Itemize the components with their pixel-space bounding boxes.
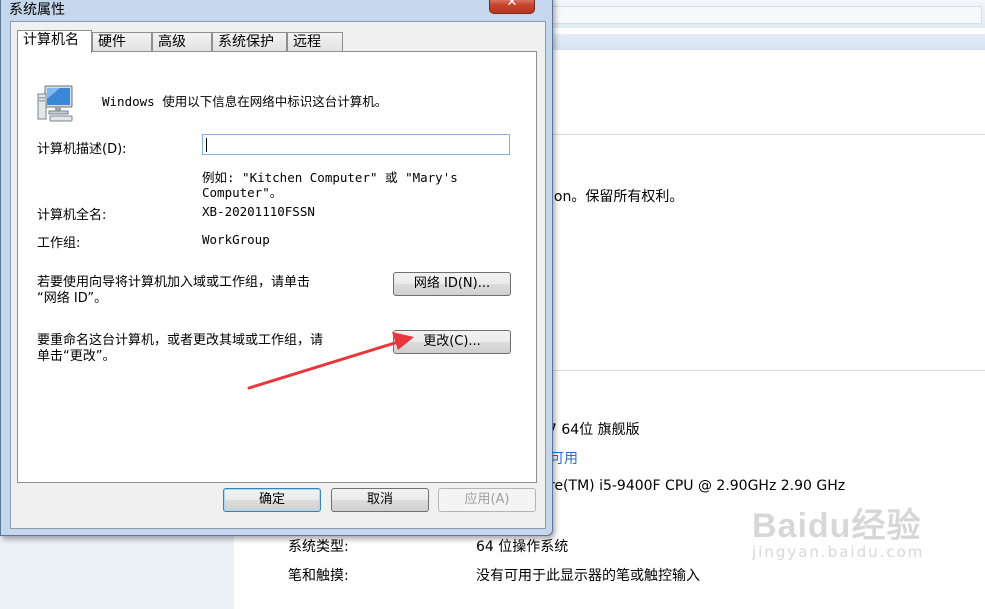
apply-button[interactable]: 应用(A) bbox=[438, 488, 536, 512]
pen-touch-value: 没有可用于此显示器的笔或触控输入 bbox=[476, 568, 700, 584]
toolbar-band bbox=[540, 34, 985, 50]
dialog-client-area: 计算机名 硬件 高级 系统保护 远程 Windows 使用以下信息在网络中标识这… bbox=[10, 21, 546, 529]
system-type-label: 系统类型: bbox=[288, 539, 349, 555]
watermark-url: jingyan.baidu.com bbox=[752, 543, 925, 561]
dialog-title: 系统属性 bbox=[9, 2, 65, 18]
tab-hardware[interactable]: 硬件 bbox=[92, 32, 152, 51]
ok-button[interactable]: 确定 bbox=[223, 488, 321, 512]
system-type-value: 64 位操作系统 bbox=[476, 539, 569, 555]
workgroup-label: 工作组: bbox=[37, 236, 81, 251]
section-divider bbox=[548, 134, 985, 135]
network-id-button[interactable]: 网络 ID(N)... bbox=[393, 272, 511, 296]
section-divider bbox=[548, 370, 985, 371]
pen-touch-label: 笔和触摸: bbox=[288, 568, 349, 584]
workgroup-value: WorkGroup bbox=[202, 232, 270, 247]
system-properties-dialog: 系统属性 ✕ 计算机名 硬件 高级 系统保护 远程 Windows 使用以下信息… bbox=[0, 0, 553, 536]
full-name-value: XB-20201110FSSN bbox=[202, 204, 315, 219]
cancel-button[interactable]: 取消 bbox=[331, 488, 429, 512]
tab-advanced[interactable]: 高级 bbox=[152, 32, 212, 51]
intro-text: Windows 使用以下信息在网络中标识这台计算机。 bbox=[102, 94, 388, 109]
tab-computer-name[interactable]: 计算机名 bbox=[17, 30, 92, 53]
tab-system-protection[interactable]: 系统保护 bbox=[212, 32, 287, 51]
baidu-watermark: Baidu经验 jingyan.baidu.com bbox=[752, 498, 924, 561]
description-label: 计算机描述(D): bbox=[37, 142, 127, 157]
windows-edition: 7 64位 旗舰版 bbox=[548, 422, 640, 438]
close-button[interactable]: ✕ bbox=[489, 0, 535, 14]
address-bar[interactable] bbox=[550, 6, 982, 24]
computer-name-panel: Windows 使用以下信息在网络中标识这台计算机。 计算机描述(D): 例如:… bbox=[17, 51, 537, 483]
network-id-instruction-line2: “网络 ID”。 bbox=[37, 291, 108, 306]
close-icon: ✕ bbox=[506, 0, 518, 10]
copyright-text: ion。保留所有权利。 bbox=[550, 189, 684, 205]
full-name-label: 计算机全名: bbox=[37, 208, 107, 223]
example-text-line2: Computer"。 bbox=[202, 185, 283, 200]
processor-value: re(TM) i5-9400F CPU @ 2.90GHz 2.90 GHz bbox=[549, 478, 846, 494]
tab-remote[interactable]: 远程 bbox=[287, 32, 343, 51]
change-button[interactable]: 更改(C)... bbox=[393, 330, 511, 354]
text-caret bbox=[206, 138, 207, 152]
rename-instruction-line2: 单击“更改”。 bbox=[37, 349, 116, 364]
watermark-logo: Baidu经验 bbox=[752, 507, 922, 545]
availability-link[interactable]: 可用 bbox=[550, 448, 578, 468]
computer-monitor-icon bbox=[37, 85, 73, 122]
computer-description-input[interactable] bbox=[202, 134, 510, 155]
